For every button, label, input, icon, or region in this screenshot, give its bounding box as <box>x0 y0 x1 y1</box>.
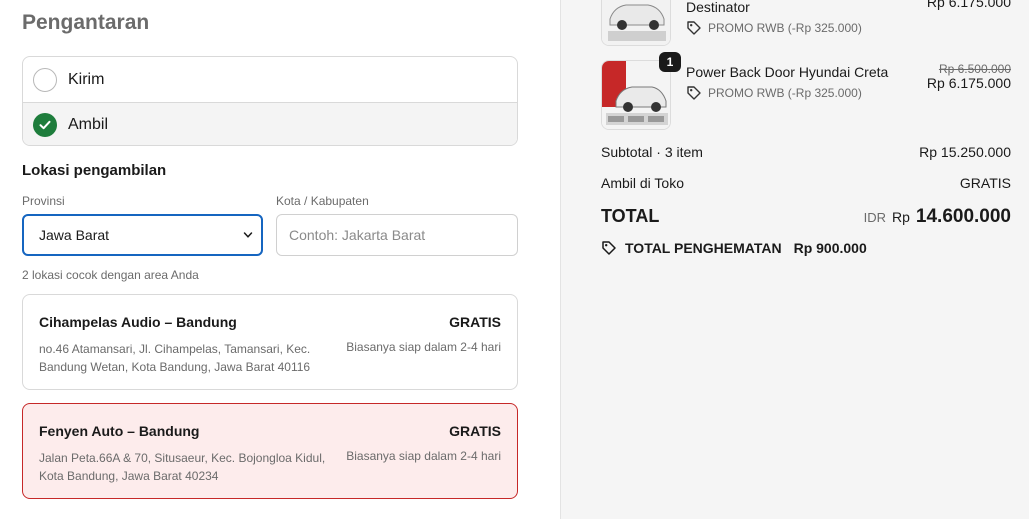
total-rp: Rp <box>892 209 910 225</box>
province-label: Provinsi <box>22 194 65 208</box>
delivery-option-label: Ambil <box>68 115 109 133</box>
product-name: Power Back Door Hyundai Creta <box>686 64 889 80</box>
province-select[interactable]: Jawa Barat <box>22 214 263 256</box>
page-title: Pengantaran <box>22 11 150 34</box>
shipping-value: GRATIS <box>959 175 1011 191</box>
location-name: Fenyen Auto – Bandung <box>39 423 200 439</box>
chevron-down-icon <box>243 232 253 238</box>
location-eta: Biasanya siap dalam 2-4 hari <box>346 449 501 463</box>
quantity-badge: 1 <box>659 52 681 72</box>
city-input[interactable] <box>276 214 518 256</box>
savings-value: Rp 900.000 <box>793 240 867 256</box>
shipping-row: Ambil di Toko GRATIS <box>601 175 1011 191</box>
delivery-panel: Pengantaran Kirim Ambil Lokasi pengambil… <box>0 0 560 519</box>
tag-icon <box>687 86 701 100</box>
savings-label: TOTAL PENGHEMATAN <box>625 240 782 256</box>
location-address: Jalan Peta.66A & 70, Situsaeur, Kec. Boj… <box>39 451 326 483</box>
location-name: Cihampelas Audio – Bandung <box>39 314 237 330</box>
promo-text: PROMO RWB (-Rp 325.000) <box>708 21 862 35</box>
product-price: Rp 6.175.000 <box>926 0 1011 10</box>
location-address: no.46 Atamansari, Jl. Cihampelas, Tamans… <box>39 342 311 374</box>
pickup-location-card-selected[interactable]: Fenyen Auto – Bandung GRATIS Jalan Peta.… <box>22 403 518 499</box>
subtotal-value: Rp 15.250.000 <box>919 144 1011 160</box>
province-select-value: Jawa Barat <box>39 227 110 243</box>
check-circle-icon[interactable] <box>33 112 57 137</box>
tag-icon <box>602 241 616 255</box>
delivery-option-kirim[interactable]: Kirim <box>23 57 517 102</box>
promo-tag: PROMO RWB (-Rp 325.000) <box>686 85 862 101</box>
promo-text: PROMO RWB (-Rp 325.000) <box>708 86 862 100</box>
promo-tag: PROMO RWB (-Rp 325.000) <box>686 20 862 36</box>
total-label: TOTAL <box>601 206 660 226</box>
product-original-price: Rp 6.500.000 <box>938 62 1011 76</box>
delivery-method-group: Kirim Ambil <box>22 56 518 146</box>
pickup-heading: Lokasi pengambilan <box>22 162 167 179</box>
location-price: GRATIS <box>449 423 501 439</box>
total-currency: IDR <box>863 210 886 225</box>
shipping-label: Ambil di Toko <box>601 175 685 191</box>
order-summary-panel: Destinator PROMO RWB (-Rp 325.000) Rp 6.… <box>560 0 1029 519</box>
tag-icon <box>687 21 701 35</box>
city-label: Kota / Kabupaten <box>276 194 369 208</box>
total-row: TOTAL IDR Rp 14.600.000 <box>601 206 1011 228</box>
delivery-option-ambil[interactable]: Ambil <box>23 102 517 145</box>
product-name: Destinator <box>686 0 750 15</box>
subtotal-row: Subtotal · 3 item Rp 15.250.000 <box>601 144 1011 160</box>
match-hint: 2 lokasi cocok dengan area Anda <box>22 268 199 282</box>
delivery-option-label: Kirim <box>68 70 105 88</box>
product-thumbnail <box>601 0 671 46</box>
total-value: IDR Rp 14.600.000 <box>864 206 1011 228</box>
total-amount: 14.600.000 <box>915 206 1011 227</box>
location-price: GRATIS <box>449 314 501 330</box>
subtotal-label: Subtotal · 3 item <box>601 144 703 160</box>
product-price: Rp 6.175.000 <box>926 75 1011 91</box>
radio-unchecked-icon[interactable] <box>33 67 57 92</box>
location-eta: Biasanya siap dalam 2-4 hari <box>346 340 501 354</box>
savings-row: TOTAL PENGHEMATAN Rp 900.000 <box>601 240 867 256</box>
pickup-location-card[interactable]: Cihampelas Audio – Bandung GRATIS no.46 … <box>22 294 518 390</box>
